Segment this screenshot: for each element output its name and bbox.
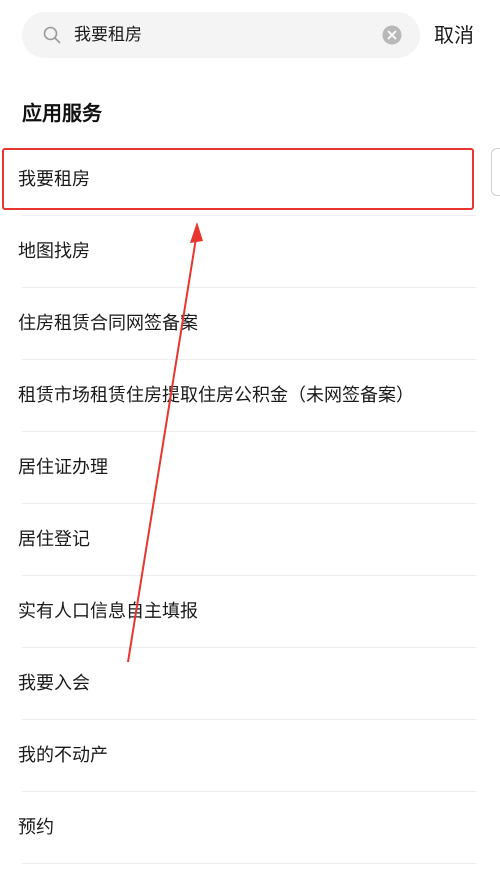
search-bar[interactable]: 我要租房 — [22, 12, 420, 58]
service-item-map-search[interactable]: 地图找房 — [0, 216, 500, 288]
service-item-join-union[interactable]: 我要入会 — [0, 648, 500, 720]
service-item-provident-fund[interactable]: 租赁市场租赁住房提取住房公积金（未网签备案） — [0, 360, 500, 432]
service-label: 我的不动产 — [18, 745, 108, 766]
service-label: 住房租赁合同网签备案 — [18, 313, 198, 334]
search-icon — [43, 26, 61, 44]
service-label: 我要入会 — [18, 673, 90, 694]
service-label: 居住证办理 — [18, 457, 108, 478]
service-item-lease-contract[interactable]: 住房租赁合同网签备案 — [0, 288, 500, 360]
service-list: 我要租房 地图找房 住房租赁合同网签备案 租赁市场租赁住房提取住房公积金（未网签… — [0, 144, 500, 864]
service-item-my-property[interactable]: 我的不动产 — [0, 720, 500, 792]
page: 我要租房 取消 应用服务 我要租房 地图找房 住房租赁合同网签备案 租赁市场租赁… — [0, 0, 500, 874]
service-label: 地图找房 — [18, 241, 90, 262]
section-title: 应用服务 — [22, 101, 102, 125]
service-item-residence-permit[interactable]: 居住证办理 — [0, 432, 500, 504]
service-label: 预约 — [18, 817, 54, 838]
service-label: 实有人口信息自主填报 — [18, 601, 198, 622]
cancel-button[interactable]: 取消 — [434, 14, 474, 56]
service-label: 居住登记 — [18, 529, 90, 550]
service-item-appointment[interactable]: 预约 — [0, 792, 500, 864]
service-item-rent[interactable]: 我要租房 — [0, 144, 500, 216]
service-item-population-info[interactable]: 实有人口信息自主填报 — [0, 576, 500, 648]
service-label: 我要租房 — [18, 169, 90, 190]
service-item-residence-registration[interactable]: 居住登记 — [0, 504, 500, 576]
search-input[interactable]: 我要租房 — [74, 12, 142, 58]
clear-icon[interactable] — [382, 25, 402, 45]
service-label: 租赁市场租赁住房提取住房公积金（未网签备案） — [18, 385, 414, 406]
divider — [22, 863, 476, 864]
